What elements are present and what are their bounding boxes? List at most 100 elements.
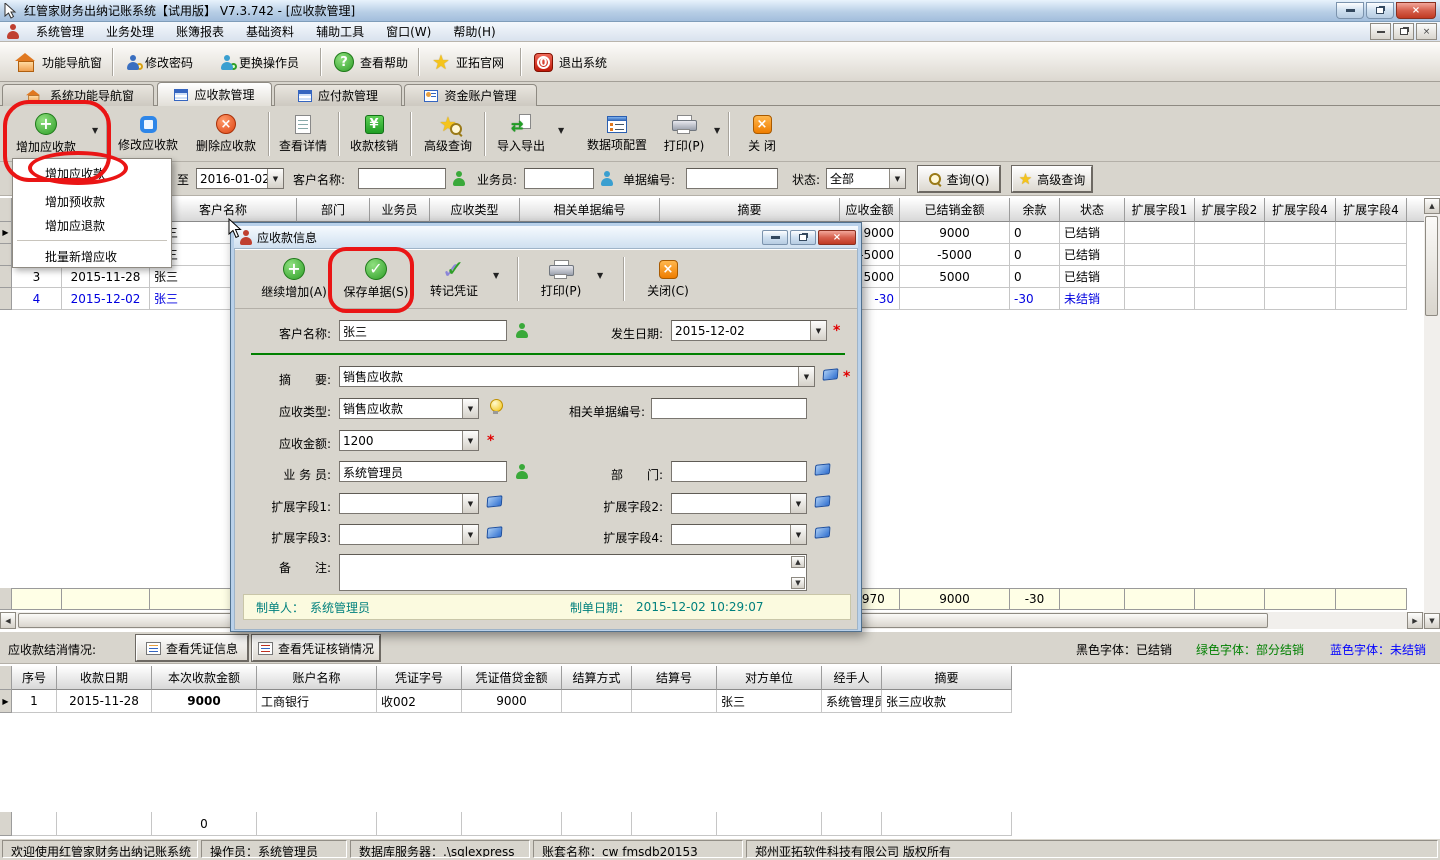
- column-header[interactable]: 余款: [1010, 198, 1060, 222]
- menu-item-add-receivable[interactable]: 增加应收款: [13, 161, 171, 185]
- tab-accounts[interactable]: 资金账户管理: [404, 84, 537, 106]
- chevron-down-icon[interactable]: ▼: [798, 367, 814, 386]
- restore-button[interactable]: [1366, 2, 1394, 19]
- column-header[interactable]: 扩展字段1: [1125, 198, 1195, 222]
- close-button[interactable]: ×: [1396, 2, 1436, 19]
- column-header[interactable]: 部门: [297, 198, 370, 222]
- book-icon[interactable]: [487, 526, 503, 539]
- dialog-close-button[interactable]: ×: [818, 230, 856, 245]
- column-header[interactable]: 扩展字段4: [1265, 198, 1336, 222]
- chevron-down-icon[interactable]: ▼: [714, 126, 720, 135]
- chevron-down-icon[interactable]: ▼: [597, 271, 603, 280]
- chevron-down-icon[interactable]: ▼: [493, 271, 499, 280]
- edit-receivable-button[interactable]: 修改应收款: [110, 108, 186, 160]
- delete-receivable-button[interactable]: ×删除应收款: [188, 108, 264, 160]
- column-header[interactable]: 对方单位: [717, 666, 822, 690]
- chevron-down-icon[interactable]: ▼: [462, 399, 478, 418]
- column-header[interactable]: 账户名称: [257, 666, 377, 690]
- menu-tools[interactable]: 辅助工具: [305, 22, 375, 42]
- column-header[interactable]: 客户名称: [150, 198, 297, 222]
- continue-add-button[interactable]: +继续增加(A): [251, 252, 337, 306]
- note-textarea[interactable]: ▲ ▼: [339, 554, 807, 591]
- change-password-button[interactable]: 修改密码: [118, 46, 201, 78]
- salesman-person-icon[interactable]: [600, 171, 613, 186]
- date-combo[interactable]: 2015-12-02▼: [671, 320, 827, 341]
- view-voucher-button[interactable]: 查看凭证信息: [136, 635, 248, 661]
- menu-item-batch-add[interactable]: 批量新增应收: [13, 244, 171, 268]
- chevron-down-icon[interactable]: ▼: [92, 126, 98, 135]
- status-filter-combo[interactable]: 全部▼: [826, 168, 906, 189]
- column-header[interactable]: 本次收款金额: [152, 666, 257, 690]
- dialog-print-button[interactable]: 打印(P): [531, 252, 591, 306]
- scroll-up-button[interactable]: ▲: [791, 556, 805, 568]
- lightbulb-icon[interactable]: [489, 399, 501, 414]
- book-icon[interactable]: [823, 368, 839, 381]
- column-header[interactable]: 相关单据编号: [520, 198, 660, 222]
- column-header[interactable]: 摘要: [660, 198, 840, 222]
- chevron-down-icon[interactable]: ▼: [790, 525, 806, 544]
- column-header[interactable]: 结算方式: [562, 666, 632, 690]
- salesman-person-icon[interactable]: [515, 464, 528, 479]
- close-tab-button[interactable]: ×关 闭: [734, 108, 790, 160]
- customer-filter-input[interactable]: [358, 168, 446, 189]
- book-icon[interactable]: [815, 463, 831, 476]
- scroll-down-button[interactable]: ▼: [1424, 613, 1440, 629]
- chevron-down-icon[interactable]: ▼: [889, 169, 905, 188]
- column-header[interactable]: 摘要: [882, 666, 1012, 690]
- vertical-scroll-thumb[interactable]: [1425, 216, 1438, 316]
- chevron-down-icon[interactable]: ▼: [790, 494, 806, 513]
- column-header[interactable]: 应收金额: [840, 198, 900, 222]
- mdi-close-button[interactable]: ×: [1416, 23, 1437, 40]
- data-config-button[interactable]: 数据项配置: [578, 108, 656, 160]
- ext4-combo[interactable]: ▼: [671, 524, 807, 545]
- ext2-combo[interactable]: ▼: [671, 493, 807, 514]
- amount-combo[interactable]: 1200▼: [339, 430, 479, 451]
- menu-item-add-refund[interactable]: 增加应退款: [13, 213, 171, 237]
- dept-input[interactable]: [671, 461, 807, 482]
- scroll-right-button[interactable]: ▶: [1407, 612, 1423, 629]
- date-to-combo[interactable]: 2016-01-02▼: [196, 168, 284, 189]
- summary-combo[interactable]: 销售应收款▼: [339, 366, 815, 387]
- column-header[interactable]: 业务员: [370, 198, 430, 222]
- settle-receipt-button[interactable]: ¥收款核销: [342, 108, 406, 160]
- chevron-down-icon[interactable]: ▼: [810, 321, 826, 340]
- customer-person-icon[interactable]: [452, 171, 465, 186]
- switch-operator-button[interactable]: 更换操作员: [212, 46, 307, 78]
- menu-business[interactable]: 业务处理: [95, 22, 165, 42]
- column-header[interactable]: 扩展字段2: [1195, 198, 1265, 222]
- menu-basedata[interactable]: 基础资料: [235, 22, 305, 42]
- book-icon[interactable]: [487, 495, 503, 508]
- dialog-close-doc-button[interactable]: ×关闭(C): [635, 252, 701, 306]
- query-button[interactable]: 查询(Q): [918, 166, 1000, 192]
- column-header[interactable]: 应收类型: [430, 198, 520, 222]
- column-header[interactable]: 凭证字号: [377, 666, 462, 690]
- tab-nav-window[interactable]: 系统功能导航窗: [2, 84, 154, 106]
- add-receivable-button[interactable]: +增加应收款: [4, 108, 88, 160]
- dialog-restore-button[interactable]: [790, 230, 816, 245]
- book-icon[interactable]: [815, 495, 831, 508]
- mdi-minimize-button[interactable]: [1370, 23, 1391, 40]
- nav-window-button[interactable]: 功能导航窗: [6, 46, 110, 78]
- menu-window[interactable]: 窗口(W): [375, 22, 442, 42]
- menu-help[interactable]: 帮助(H): [442, 22, 506, 42]
- scroll-left-button[interactable]: ◀: [0, 612, 16, 629]
- salesman-input[interactable]: 系统管理员: [339, 461, 507, 482]
- chevron-down-icon[interactable]: ▼: [558, 126, 564, 135]
- column-header[interactable]: 序号: [12, 666, 57, 690]
- column-header[interactable]: 已结销金额: [900, 198, 1010, 222]
- column-header[interactable]: 状态: [1060, 198, 1125, 222]
- chevron-down-icon[interactable]: ▼: [267, 169, 283, 188]
- view-detail-button[interactable]: 查看详情: [272, 108, 334, 160]
- vertical-scrollbar[interactable]: ▲ ▼: [1424, 198, 1440, 629]
- column-header[interactable]: 结算号: [632, 666, 717, 690]
- ext3-combo[interactable]: ▼: [339, 524, 479, 545]
- column-header[interactable]: 凭证借贷金额: [462, 666, 562, 690]
- customer-person-icon[interactable]: [515, 323, 528, 338]
- scroll-down-button[interactable]: ▼: [791, 577, 805, 589]
- salesman-filter-input[interactable]: [524, 168, 594, 189]
- website-button[interactable]: ★亚拓官网: [424, 46, 512, 78]
- ext1-combo[interactable]: ▼: [339, 493, 479, 514]
- chevron-down-icon[interactable]: ▼: [462, 431, 478, 450]
- minimize-button[interactable]: [1336, 2, 1364, 19]
- column-header[interactable]: 扩展字段4: [1336, 198, 1407, 222]
